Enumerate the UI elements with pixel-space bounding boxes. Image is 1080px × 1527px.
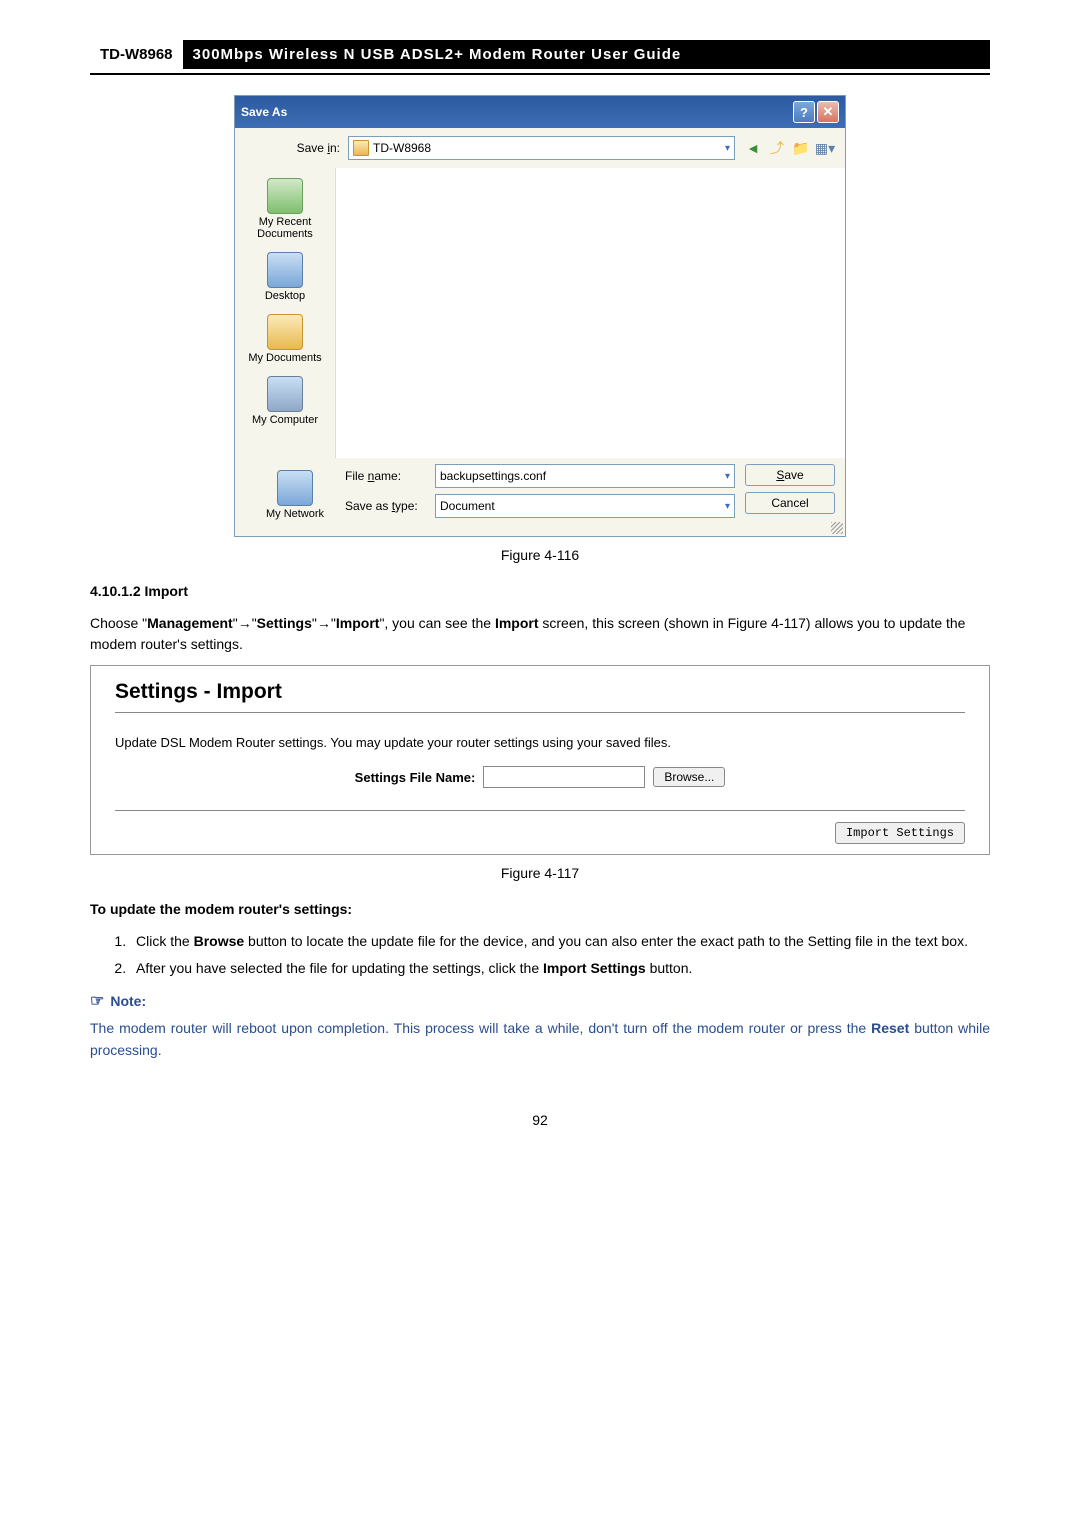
file-name-label: File name: <box>345 469 435 483</box>
bottom-fields: File name: backupsettings.conf ▾ Save as… <box>345 464 735 526</box>
section-heading-import: 4.10.1.2 Import <box>90 583 990 599</box>
file-name-value: backupsettings.conf <box>440 469 546 483</box>
place-desktop[interactable]: Desktop <box>235 246 335 308</box>
chevron-down-icon: ▾ <box>725 501 730 512</box>
dialog-body: My Recent Documents Desktop My Documents… <box>235 168 845 458</box>
place-mycomp[interactable]: My Computer <box>235 370 335 432</box>
place-recent-label: My Recent Documents <box>239 216 331 240</box>
place-recent[interactable]: My Recent Documents <box>235 172 335 246</box>
import-file-row: Settings File Name: Browse... <box>115 766 965 788</box>
mycomp-icon <box>267 376 303 412</box>
steps-heading: To update the modem router's settings: <box>90 901 990 917</box>
chevron-down-icon: ▾ <box>725 143 730 154</box>
place-mydocs[interactable]: My Documents <box>235 308 335 370</box>
save-in-label: Save in: <box>245 141 340 155</box>
bottom-places: My Network <box>245 464 345 526</box>
titlebar-buttons: ? ✕ <box>793 101 839 123</box>
note-header: ☞ Note: <box>90 991 990 1011</box>
help-button[interactable]: ? <box>793 101 815 123</box>
save-type-label: Save as type: <box>345 499 435 513</box>
save-in-dropdown[interactable]: TD-W8968 ▾ <box>348 136 735 160</box>
desktop-icon <box>267 252 303 288</box>
header-model: TD-W8968 <box>90 40 183 69</box>
hand-point-icon: ☞ <box>90 991 104 1011</box>
header-title: 300Mbps Wireless N USB ADSL2+ Modem Rout… <box>183 40 990 69</box>
save-type-value: Document <box>440 499 495 513</box>
place-desktop-label: Desktop <box>239 290 331 302</box>
save-in-value: TD-W8968 <box>373 141 431 155</box>
page-number: 92 <box>90 1112 990 1128</box>
dialog-titlebar: Save As ? ✕ <box>235 96 845 128</box>
figure-caption-117: Figure 4-117 <box>90 865 990 881</box>
cancel-button[interactable]: Cancel <box>745 492 835 514</box>
import-nav-text: Choose "Management"→"Settings"→"Import",… <box>90 613 990 655</box>
browse-button[interactable]: Browse... <box>653 767 725 787</box>
header-divider <box>90 73 990 75</box>
page-header-bar: TD-W8968 300Mbps Wireless N USB ADSL2+ M… <box>90 40 990 69</box>
up-icon[interactable]: ⤴ <box>767 138 787 158</box>
file-name-combo[interactable]: backupsettings.conf ▾ <box>435 464 735 488</box>
note-text: The modem router will reboot upon comple… <box>90 1017 990 1062</box>
dialog-bottom: My Network File name: backupsettings.con… <box>235 458 845 536</box>
steps-list: Click the Browse button to locate the up… <box>90 931 990 979</box>
chevron-down-icon: ▾ <box>725 471 730 482</box>
import-panel-title: Settings - Import <box>115 680 965 704</box>
recent-icon <box>267 178 303 214</box>
step-2: After you have selected the file for upd… <box>130 958 990 979</box>
dialog-action-buttons: Save Cancel <box>735 464 835 526</box>
views-icon[interactable]: ▦▾ <box>815 138 835 158</box>
place-mycomp-label: My Computer <box>239 414 331 426</box>
note-label: Note: <box>110 993 146 1009</box>
place-mynet[interactable]: My Network <box>245 464 345 526</box>
import-panel-desc: Update DSL Modem Router settings. You ma… <box>115 735 965 750</box>
places-bar: My Recent Documents Desktop My Documents… <box>235 168 335 458</box>
save-type-combo[interactable]: Document ▾ <box>435 494 735 518</box>
resize-grip[interactable] <box>831 522 843 534</box>
step-1: Click the Browse button to locate the up… <box>130 931 990 952</box>
settings-file-input[interactable] <box>483 766 645 788</box>
place-mynet-label: My Network <box>249 508 341 520</box>
settings-file-label: Settings File Name: <box>355 770 476 785</box>
dialog-title: Save As <box>241 105 287 119</box>
mydocs-icon <box>267 314 303 350</box>
figure-caption-116: Figure 4-116 <box>90 547 990 563</box>
file-list-area[interactable] <box>335 168 845 458</box>
place-mydocs-label: My Documents <box>239 352 331 364</box>
dialog-toolbar: Save in: TD-W8968 ▾ ◄ ⤴ 📁 ▦▾ <box>235 128 845 168</box>
save-as-dialog: Save As ? ✕ Save in: TD-W8968 ▾ ◄ ⤴ 📁 ▦▾… <box>234 95 846 537</box>
import-settings-button[interactable]: Import Settings <box>835 822 965 844</box>
divider <box>115 712 965 713</box>
close-button[interactable]: ✕ <box>817 101 839 123</box>
save-button[interactable]: Save <box>745 464 835 486</box>
import-action-row: Import Settings <box>115 810 965 840</box>
back-icon[interactable]: ◄ <box>743 138 763 158</box>
mynet-icon <box>277 470 313 506</box>
new-folder-icon[interactable]: 📁 <box>791 138 811 158</box>
toolbar-nav-icons: ◄ ⤴ 📁 ▦▾ <box>743 138 835 158</box>
folder-icon <box>353 140 369 156</box>
settings-import-panel: Settings - Import Update DSL Modem Route… <box>90 665 990 855</box>
